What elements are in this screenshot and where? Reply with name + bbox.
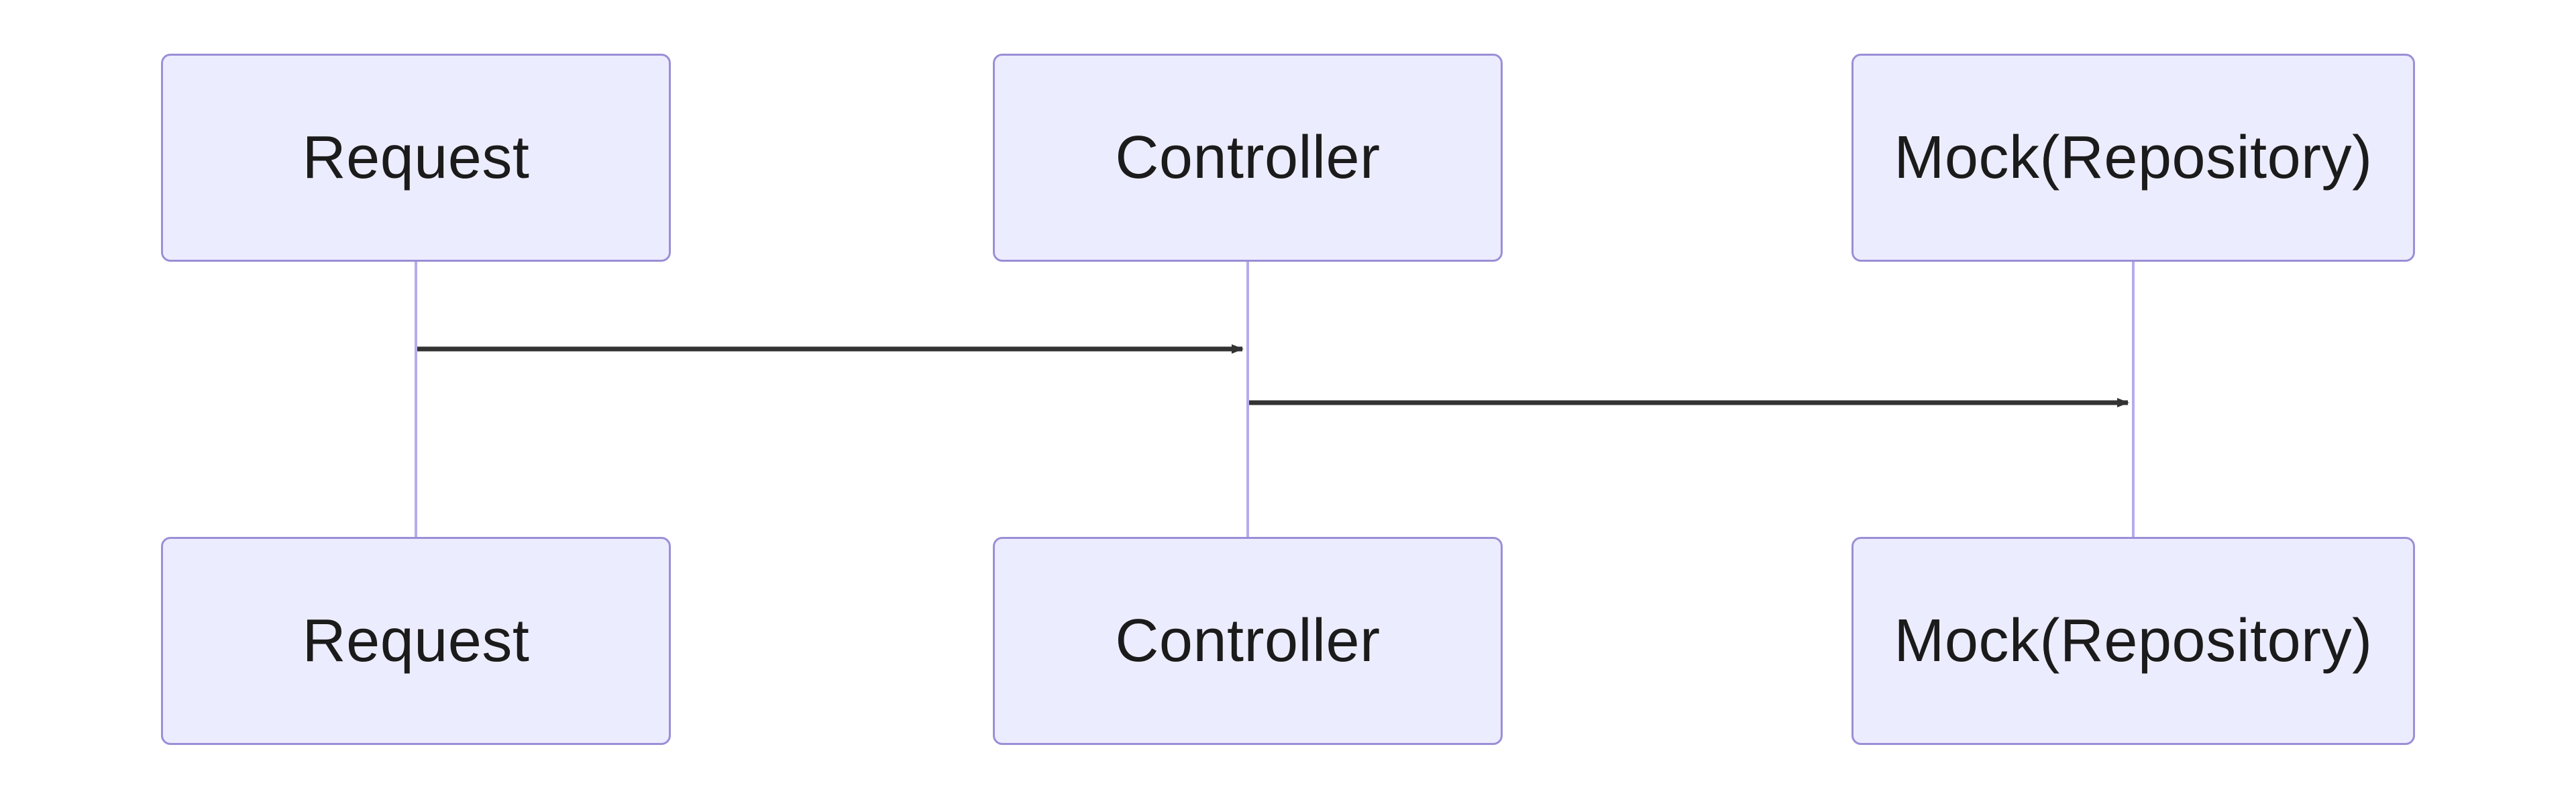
participant-label: Request [303, 123, 530, 193]
participant-label: Mock(Repository) [1894, 123, 2372, 193]
sequence-diagram: Request Controller Mock(Repository) Requ… [0, 0, 2576, 802]
lifeline-request [415, 262, 417, 537]
participant-controller-bottom: Controller [993, 537, 1503, 745]
participant-label: Controller [1115, 607, 1380, 676]
participant-label: Request [303, 607, 530, 676]
lifeline-repository [2132, 262, 2135, 537]
lifeline-controller [1246, 262, 1249, 537]
participant-request-bottom: Request [161, 537, 671, 745]
participant-repository-bottom: Mock(Repository) [1851, 537, 2415, 745]
participant-controller-top: Controller [993, 54, 1503, 262]
participant-repository-top: Mock(Repository) [1851, 54, 2415, 262]
participant-request-top: Request [161, 54, 671, 262]
participant-label: Mock(Repository) [1894, 607, 2372, 676]
participant-label: Controller [1115, 123, 1380, 193]
